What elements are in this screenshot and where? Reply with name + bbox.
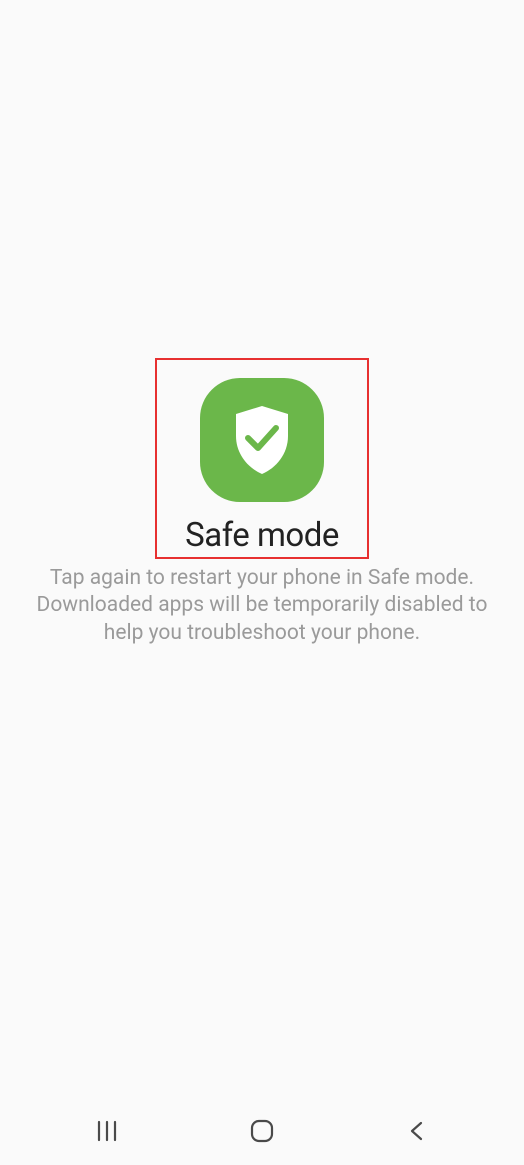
navigation-bar — [0, 1105, 524, 1165]
safe-mode-title: Safe mode — [185, 516, 339, 555]
safe-mode-screen: Safe mode Tap again to restart your phon… — [0, 0, 524, 1105]
shield-check-icon — [200, 378, 324, 502]
back-button[interactable] — [387, 1111, 447, 1151]
recent-apps-button[interactable] — [77, 1111, 137, 1151]
home-button[interactable] — [232, 1111, 292, 1151]
safe-mode-button[interactable]: Safe mode — [155, 358, 369, 559]
safe-mode-description: Tap again to restart your phone in Safe … — [0, 559, 524, 647]
